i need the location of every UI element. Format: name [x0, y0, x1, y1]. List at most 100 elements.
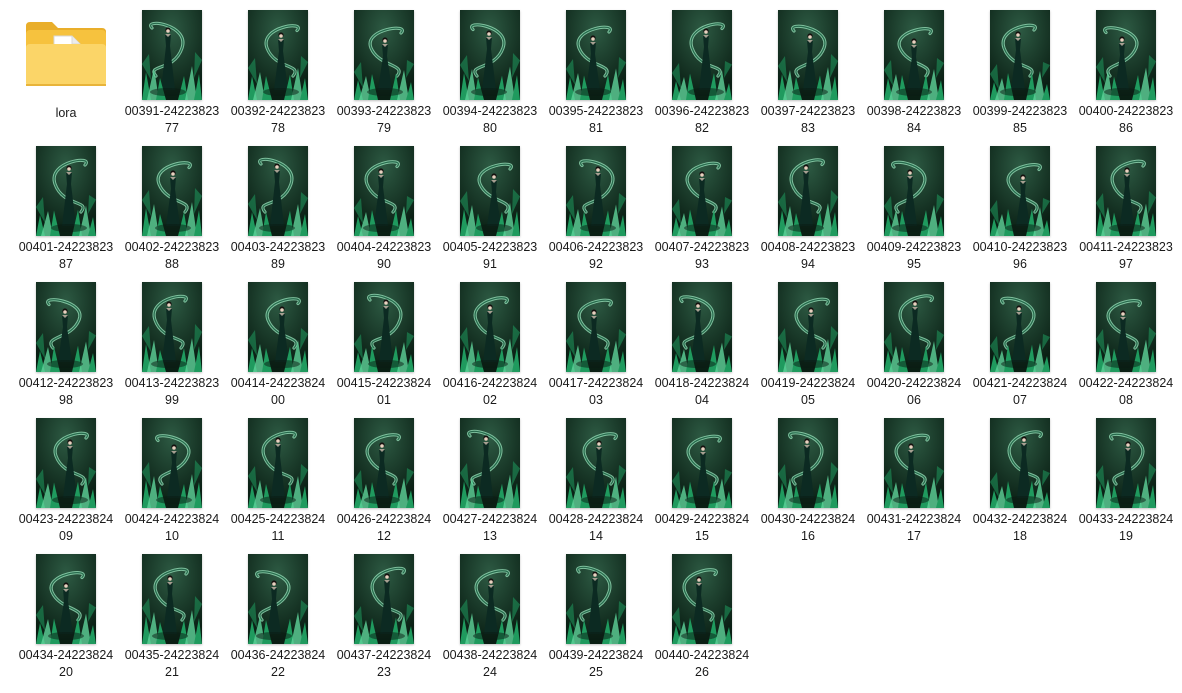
file-item[interactable]: 00433-24223824 19	[1073, 416, 1179, 552]
image-thumbnail	[460, 282, 520, 372]
file-label: 00429-24223824 15	[649, 511, 755, 544]
image-thumbnail	[566, 554, 626, 644]
file-label: 00435-24223824 21	[119, 647, 225, 680]
file-item[interactable]: 00420-24223824 06	[861, 280, 967, 416]
file-item[interactable]: 00411-24223823 97	[1073, 144, 1179, 280]
file-label: 00407-24223823 93	[649, 239, 755, 272]
file-label-line: 00414-24223824	[230, 376, 326, 390]
file-label: 00415-24223824 01	[331, 375, 437, 408]
file-label-line: 85	[1013, 120, 1027, 135]
folder-label: lora	[55, 106, 77, 120]
file-label-line: 96	[1013, 256, 1027, 271]
file-label-line: 98	[59, 392, 73, 407]
file-item[interactable]: 00439-24223824 25	[543, 552, 649, 688]
file-item[interactable]: 00417-24223824 03	[543, 280, 649, 416]
file-thumbnail	[1096, 146, 1156, 236]
file-item[interactable]: 00421-24223824 07	[967, 280, 1073, 416]
file-item[interactable]: 00395-24223823 81	[543, 8, 649, 144]
file-label: 00436-24223824 22	[225, 647, 331, 680]
folder-item-lora[interactable]: lora	[13, 8, 119, 144]
file-item[interactable]: 00397-24223823 83	[755, 8, 861, 144]
file-item[interactable]: 00430-24223824 16	[755, 416, 861, 552]
file-item[interactable]: 00431-24223824 17	[861, 416, 967, 552]
file-item[interactable]: 00406-24223823 92	[543, 144, 649, 280]
file-item[interactable]: 00429-24223824 15	[649, 416, 755, 552]
file-label-line: 00438-24223824	[442, 648, 538, 662]
file-label: 00403-24223823 89	[225, 239, 331, 272]
file-thumbnail	[142, 554, 202, 644]
file-item[interactable]: 00416-24223824 02	[437, 280, 543, 416]
file-label-line: 88	[165, 256, 179, 271]
file-item[interactable]: 00410-24223823 96	[967, 144, 1073, 280]
file-thumbnail	[1096, 418, 1156, 508]
file-item[interactable]: 00408-24223823 94	[755, 144, 861, 280]
file-item[interactable]: 00414-24223824 00	[225, 280, 331, 416]
file-item[interactable]: 00440-24223824 26	[649, 552, 755, 688]
image-thumbnail	[884, 282, 944, 372]
file-item[interactable]: 00392-24223823 78	[225, 8, 331, 144]
image-thumbnail	[460, 10, 520, 100]
file-item[interactable]: 00399-24223823 85	[967, 8, 1073, 144]
file-thumbnail	[566, 554, 626, 644]
file-item[interactable]: 00432-24223824 18	[967, 416, 1073, 552]
file-item[interactable]: 00428-24223824 14	[543, 416, 649, 552]
file-item[interactable]: 00436-24223824 22	[225, 552, 331, 688]
file-label: 00414-24223824 00	[225, 375, 331, 408]
file-item[interactable]: 00407-24223823 93	[649, 144, 755, 280]
file-label: 00395-24223823 81	[543, 103, 649, 136]
file-item[interactable]: 00422-24223824 08	[1073, 280, 1179, 416]
file-item[interactable]: 00391-24223823 77	[119, 8, 225, 144]
file-item[interactable]: 00415-24223824 01	[331, 280, 437, 416]
file-thumbnail	[248, 10, 308, 100]
file-label-line: 97	[1119, 256, 1133, 271]
file-item[interactable]: 00434-24223824 20	[13, 552, 119, 688]
file-item[interactable]: 00393-24223823 79	[331, 8, 437, 144]
file-label: 00419-24223824 05	[755, 375, 861, 408]
file-item[interactable]: 00403-24223823 89	[225, 144, 331, 280]
file-label-line: 00406-24223823	[548, 240, 644, 254]
file-thumbnail	[778, 418, 838, 508]
file-item[interactable]: 00423-24223824 09	[13, 416, 119, 552]
file-label-line: 00398-24223823	[866, 104, 962, 118]
file-item[interactable]: 00413-24223823 99	[119, 280, 225, 416]
file-item[interactable]: 00404-24223823 90	[331, 144, 437, 280]
file-grid: lora 00391-24223823 77 00392-24223823 78 003…	[13, 8, 1178, 688]
file-label-line: 25	[589, 664, 603, 679]
file-item[interactable]: 00412-24223823 98	[13, 280, 119, 416]
file-thumbnail	[460, 418, 520, 508]
file-label-line: 00439-24223824	[548, 648, 644, 662]
image-thumbnail	[36, 282, 96, 372]
file-label-line: 19	[1119, 528, 1133, 543]
file-label-line: 01	[377, 392, 391, 407]
file-item[interactable]: 00394-24223823 80	[437, 8, 543, 144]
file-item[interactable]: 00396-24223823 82	[649, 8, 755, 144]
file-label-line: 00418-24223824	[654, 376, 750, 390]
file-item[interactable]: 00398-24223823 84	[861, 8, 967, 144]
file-label: 00433-24223824 19	[1073, 511, 1179, 544]
file-label-line: 78	[271, 120, 285, 135]
file-thumbnail	[36, 554, 96, 644]
file-item[interactable]: 00418-24223824 04	[649, 280, 755, 416]
file-item[interactable]: 00401-24223823 87	[13, 144, 119, 280]
file-item[interactable]: 00438-24223824 24	[437, 552, 543, 688]
file-item[interactable]: 00400-24223823 86	[1073, 8, 1179, 144]
file-thumbnail	[36, 282, 96, 372]
file-item[interactable]: 00437-24223824 23	[331, 552, 437, 688]
file-label-line: 00436-24223824	[230, 648, 326, 662]
image-thumbnail	[354, 10, 414, 100]
file-label-line: 00424-24223824	[124, 512, 220, 526]
file-item[interactable]: 00426-24223824 12	[331, 416, 437, 552]
file-item[interactable]: 00409-24223823 95	[861, 144, 967, 280]
file-label-line: 00419-24223824	[760, 376, 856, 390]
file-item[interactable]: 00425-24223824 11	[225, 416, 331, 552]
file-item[interactable]: 00419-24223824 05	[755, 280, 861, 416]
file-item[interactable]: 00435-24223824 21	[119, 552, 225, 688]
file-item[interactable]: 00427-24223824 13	[437, 416, 543, 552]
image-thumbnail	[36, 146, 96, 236]
file-item[interactable]: 00402-24223823 88	[119, 144, 225, 280]
file-item[interactable]: 00424-24223824 10	[119, 416, 225, 552]
file-label-line: 00437-24223824	[336, 648, 432, 662]
file-item[interactable]: 00405-24223823 91	[437, 144, 543, 280]
file-label-line: 20	[59, 664, 73, 679]
file-label: 00402-24223823 88	[119, 239, 225, 272]
